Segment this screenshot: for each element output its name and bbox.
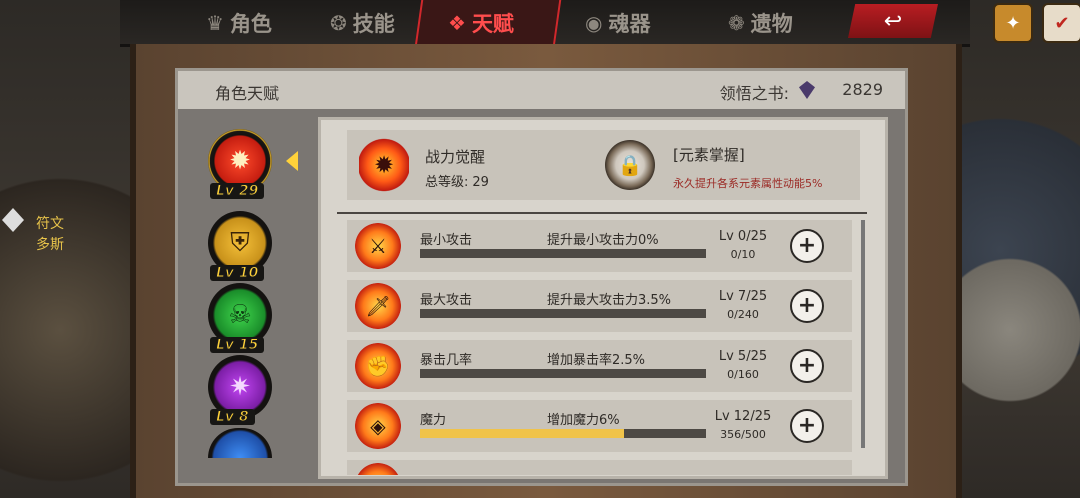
talent-progress-bar (420, 369, 706, 378)
talent-list: ⚔ 最小攻击 提升最小攻击力0% Lv 0/25 0/10 + 🗡 最大攻击 提… (347, 220, 852, 475)
divider (337, 212, 867, 214)
element-mastery-desc: 永久提升各系元素属性动能5% (673, 177, 823, 190)
talent-row-partial: ✹ (347, 460, 852, 475)
tab-relic[interactable]: ❁ 遗物 (728, 6, 793, 40)
tab-label: 天赋 (471, 12, 514, 36)
summary-level-label: 总等级: (425, 175, 469, 190)
talent-icon: ❖ (448, 11, 466, 35)
blade-icon: ⚔ (355, 223, 401, 269)
talent-row: ✊ 暴击几率 增加暴击率2.5% Lv 5/25 0/160 + (347, 340, 852, 392)
talent-progress: 0/160 (727, 368, 759, 381)
talent-row: ⚔ 最小攻击 提升最小攻击力0% Lv 0/25 0/10 + (347, 220, 852, 272)
skill-icon: ❂ (330, 11, 347, 35)
talent-progress-bar (420, 249, 706, 258)
crystal-icon (799, 81, 815, 99)
magic-rune-icon: ◈ (355, 403, 401, 449)
rank-level: Lv 10 (210, 265, 265, 282)
tab-label: 技能 (352, 12, 395, 36)
panel-header: 角色天赋 领悟之书: 2829 (178, 71, 905, 109)
rank-emblem-green[interactable]: ☠ Lv 15 (208, 283, 272, 354)
talent-level: Lv 5/25 (718, 349, 768, 364)
talent-progress: 356/500 (720, 428, 766, 441)
talent-summary: ✹ 战力觉醒 总等级: 29 🔒 [元素掌握] 永久提升各系元素属性动能5% (347, 130, 860, 200)
rank-emblem-fire[interactable]: ✹ Lv 29 (208, 129, 272, 200)
tab-label: 角色 (229, 12, 272, 36)
crystal-label: 领悟之书: (719, 84, 789, 103)
tab-soul-vessel[interactable]: ◉ 魂器 (585, 6, 650, 40)
talent-effect: 增加魔力6% (547, 413, 620, 428)
talent-level: Lv 0/25 (718, 229, 768, 244)
rank-level: Lv 15 (210, 337, 265, 354)
upgrade-plus-button[interactable]: + (790, 289, 824, 323)
rank-emblem-blue[interactable] (208, 428, 272, 458)
tab-skill[interactable]: ❂ 技能 (330, 6, 395, 40)
talent-row: ◈ 魔力 增加魔力6% Lv 12/25 356/500 + (347, 400, 852, 452)
talent-name: 最小攻击 (420, 233, 473, 248)
calendar-icon[interactable]: ✔ (1042, 3, 1080, 43)
talent-progress-bar (420, 309, 706, 318)
talent-name: 魔力 (420, 413, 447, 428)
rune-label[interactable]: 符文 多斯 (36, 214, 64, 256)
progress-fill (420, 429, 624, 438)
talent-row: 🗡 最大攻击 提升最大攻击力3.5% Lv 7/25 0/240 + (347, 280, 852, 332)
sword-icon: 🗡 (355, 283, 401, 329)
relic-icon: ❁ (728, 11, 745, 35)
character-icon: ♛ (206, 11, 224, 35)
soul-vessel-icon: ◉ (585, 11, 603, 35)
panel-title: 角色天赋 (215, 84, 280, 103)
summary-level: 总等级: 29 (425, 171, 489, 190)
lock-icon[interactable]: 🔒 (605, 140, 655, 190)
rune-label-line-1: 符文 (36, 216, 64, 232)
talent-progress: 0/240 (727, 308, 759, 321)
talent-effect: 提升最大攻击力3.5% (547, 293, 672, 308)
talent-level: Lv 12/25 (714, 409, 772, 424)
element-mastery-title: [元素掌握] (673, 146, 745, 164)
tab-label: 遗物 (750, 12, 793, 36)
tab-label: 魂器 (608, 12, 651, 36)
back-arrow-icon: ↩ (883, 8, 903, 34)
back-button[interactable]: ↩ (848, 4, 938, 38)
rank-emblem-gold[interactable]: ⛨ Lv 10 (208, 211, 272, 282)
talent-effect: 增加暴击率2.5% (547, 353, 646, 368)
talent-panel: 角色天赋 领悟之书: 2829 ✹ Lv 29 ⛨ Lv 10 ☠ Lv 15 … (175, 68, 908, 486)
talent-list-scrollbar[interactable] (861, 220, 865, 448)
talent-name: 暴击几率 (420, 353, 473, 368)
upgrade-plus-button[interactable]: + (790, 229, 824, 263)
fist-icon: ✊ (355, 343, 401, 389)
rank-level: Lv 29 (210, 183, 265, 200)
treasure-chest-icon[interactable]: ✦ (993, 3, 1033, 43)
talent-name: 最大攻击 (420, 293, 473, 308)
talent-progress: 0/10 (730, 248, 756, 261)
partial-talent-icon: ✹ (355, 463, 401, 475)
tab-talent[interactable]: ❖ 天赋 (448, 6, 514, 40)
rank-emblem-purple[interactable]: ✷ Lv 8 (208, 355, 272, 426)
summary-level-value: 29 (472, 175, 489, 190)
tab-character[interactable]: ♛ 角色 (206, 6, 272, 40)
talent-effect: 提升最小攻击力0% (547, 233, 659, 248)
talent-content: ✹ 战力觉醒 总等级: 29 🔒 [元素掌握] 永久提升各系元素属性动能5% ⚔ … (318, 117, 888, 479)
upgrade-plus-button[interactable]: + (790, 409, 824, 443)
talent-progress-bar (420, 429, 706, 438)
upgrade-plus-button[interactable]: + (790, 349, 824, 383)
crystal-value: 2829 (842, 80, 883, 99)
summary-title: 战力觉醒 (425, 148, 486, 166)
talent-level: Lv 7/25 (718, 289, 768, 304)
selected-rank-arrow (286, 151, 298, 171)
rank-level: Lv 8 (210, 409, 255, 426)
rune-label-line-2: 多斯 (36, 237, 64, 253)
power-awaken-icon: ✹ (359, 138, 409, 192)
